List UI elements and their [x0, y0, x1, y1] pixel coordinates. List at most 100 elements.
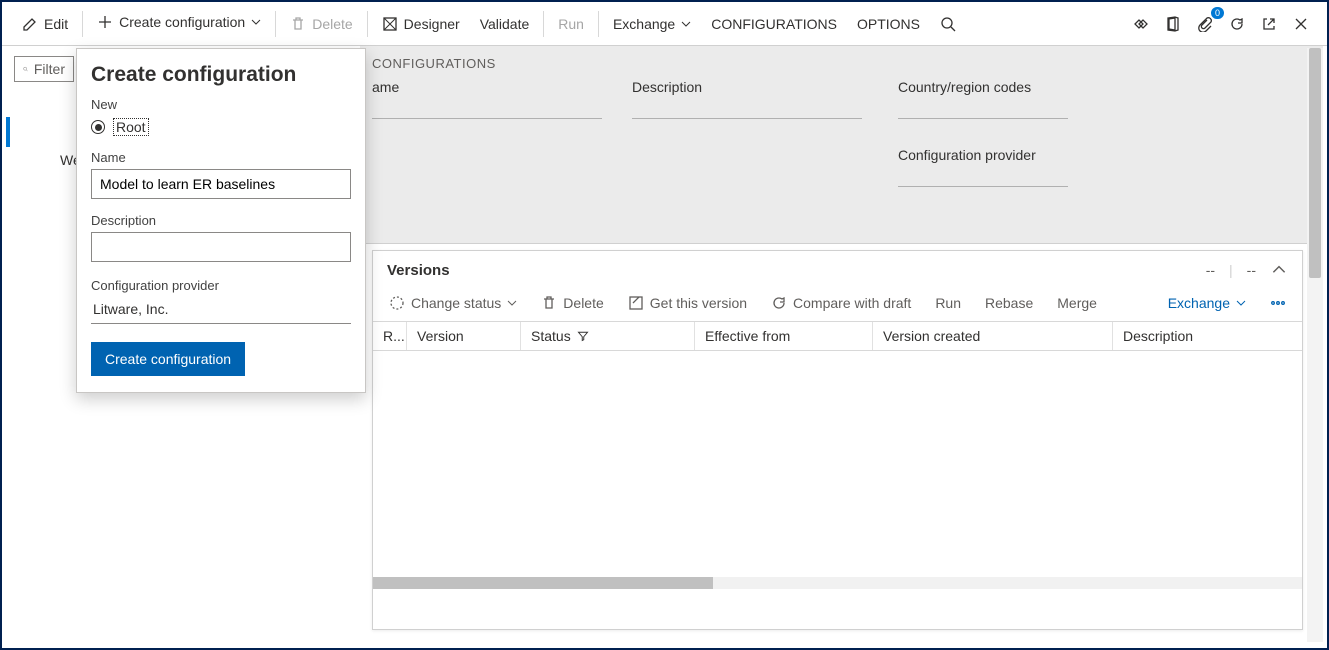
vertical-scrollbar[interactable]: [1307, 48, 1323, 642]
run-label: Run: [558, 16, 584, 32]
change-status-button[interactable]: Change status: [379, 289, 527, 317]
configurations-details-pane: CONFIGURATIONS ame Description Country/r…: [360, 46, 1323, 244]
chevron-down-icon: [507, 298, 517, 308]
details-name-field[interactable]: [372, 101, 602, 119]
description-field-label: Description: [91, 213, 351, 228]
details-description-field[interactable]: [632, 101, 862, 119]
separator: [82, 11, 83, 37]
refresh-icon: [771, 295, 787, 311]
chevron-up-icon[interactable]: [1270, 261, 1288, 279]
selection-indicator: [6, 117, 10, 147]
trash-icon: [541, 295, 557, 311]
horizontal-scrollbar[interactable]: [373, 577, 1302, 589]
description-input[interactable]: [91, 232, 351, 262]
options-label: OPTIONS: [857, 16, 920, 32]
validate-button[interactable]: Validate: [470, 10, 540, 38]
search-icon: [940, 16, 956, 32]
diamond-icon: [1133, 16, 1149, 32]
col-effective[interactable]: Effective from: [695, 322, 873, 350]
popup-title: Create configuration: [91, 63, 351, 87]
versions-run-button[interactable]: Run: [925, 289, 971, 317]
validate-label: Validate: [480, 16, 530, 32]
filter-input[interactable]: Filter: [14, 56, 74, 82]
details-country-label: Country/region codes: [898, 79, 1068, 95]
col-description[interactable]: Description: [1113, 322, 1302, 350]
versions-grid-body: [373, 351, 1302, 577]
provider-field[interactable]: Litware, Inc.: [91, 297, 351, 324]
delete-button[interactable]: Delete: [280, 10, 362, 38]
trash-icon: [290, 16, 306, 32]
create-configuration-popup: Create configuration New Root Name Descr…: [76, 48, 366, 393]
chevron-down-icon: [1236, 298, 1246, 308]
details-section-title: CONFIGURATIONS: [360, 46, 1323, 79]
edit-button[interactable]: Edit: [12, 10, 78, 38]
configurations-label: CONFIGURATIONS: [711, 16, 837, 32]
run-button[interactable]: Run: [548, 10, 594, 38]
cycle-icon: [389, 295, 405, 311]
name-field-label: Name: [91, 150, 351, 165]
close-icon: [1293, 16, 1309, 32]
get-version-button[interactable]: Get this version: [618, 289, 757, 317]
filter-icon[interactable]: [577, 330, 589, 342]
attachment-count-badge: 0: [1210, 6, 1225, 20]
office-button[interactable]: [1157, 10, 1189, 38]
col-r[interactable]: R...: [373, 322, 407, 350]
configurations-tab[interactable]: CONFIGURATIONS: [701, 10, 847, 38]
radio-icon: [91, 120, 105, 134]
designer-icon: [382, 16, 398, 32]
merge-button[interactable]: Merge: [1047, 289, 1107, 317]
rebase-button[interactable]: Rebase: [975, 289, 1043, 317]
versions-more-button[interactable]: [1260, 289, 1296, 317]
close-button[interactable]: [1285, 10, 1317, 38]
edit-icon: [628, 295, 644, 311]
popout-icon: [1261, 16, 1277, 32]
options-tab[interactable]: OPTIONS: [847, 10, 930, 38]
popout-button[interactable]: [1253, 10, 1285, 38]
attachments-button[interactable]: 0: [1189, 10, 1221, 38]
provider-field-label: Configuration provider: [91, 278, 351, 293]
refresh-button[interactable]: [1221, 10, 1253, 38]
details-provider-label: Configuration provider: [898, 147, 1068, 163]
compare-draft-button[interactable]: Compare with draft: [761, 289, 921, 317]
designer-label: Designer: [404, 16, 460, 32]
col-version[interactable]: Version: [407, 322, 521, 350]
root-radio-label: Root: [113, 118, 149, 136]
plus-icon: [97, 14, 113, 30]
versions-grid-header: R... Version Status Effective from Versi…: [373, 321, 1302, 351]
delete-label: Delete: [312, 16, 352, 32]
versions-dash1: --: [1206, 262, 1215, 278]
details-provider-field[interactable]: [898, 169, 1068, 187]
exchange-button[interactable]: Exchange: [603, 10, 701, 38]
create-config-label: Create configuration: [119, 14, 245, 30]
col-status[interactable]: Status: [521, 322, 695, 350]
popup-new-label: New: [91, 97, 351, 112]
search-button[interactable]: [930, 10, 966, 38]
versions-panel: Versions -- | -- Change status Delete Ge…: [372, 250, 1303, 630]
connector-button[interactable]: [1125, 10, 1157, 38]
more-icon: [1270, 295, 1286, 311]
col-created[interactable]: Version created: [873, 322, 1113, 350]
versions-dash2: --: [1247, 262, 1256, 278]
details-name-label: ame: [372, 79, 602, 95]
create-configuration-submit[interactable]: Create configuration: [91, 342, 245, 376]
versions-exchange-button[interactable]: Exchange: [1158, 289, 1256, 317]
command-bar: Edit Create configuration Delete Designe…: [2, 2, 1327, 46]
search-icon: [23, 61, 28, 77]
exchange-label: Exchange: [613, 16, 675, 32]
chevron-down-icon: [251, 17, 261, 27]
details-description-label: Description: [632, 79, 862, 95]
separator: [367, 11, 368, 37]
name-input[interactable]: [91, 169, 351, 199]
paperclip-icon: [1197, 16, 1213, 32]
separator: [275, 11, 276, 37]
pencil-icon: [22, 16, 38, 32]
create-configuration-button[interactable]: Create configuration: [87, 8, 271, 39]
edit-label: Edit: [44, 16, 68, 32]
versions-delete-button[interactable]: Delete: [531, 289, 613, 317]
details-country-field[interactable]: [898, 101, 1068, 119]
separator: [598, 11, 599, 37]
designer-button[interactable]: Designer: [372, 10, 470, 38]
versions-title: Versions: [387, 262, 450, 279]
root-radio[interactable]: Root: [91, 118, 351, 136]
chevron-down-icon: [681, 19, 691, 29]
